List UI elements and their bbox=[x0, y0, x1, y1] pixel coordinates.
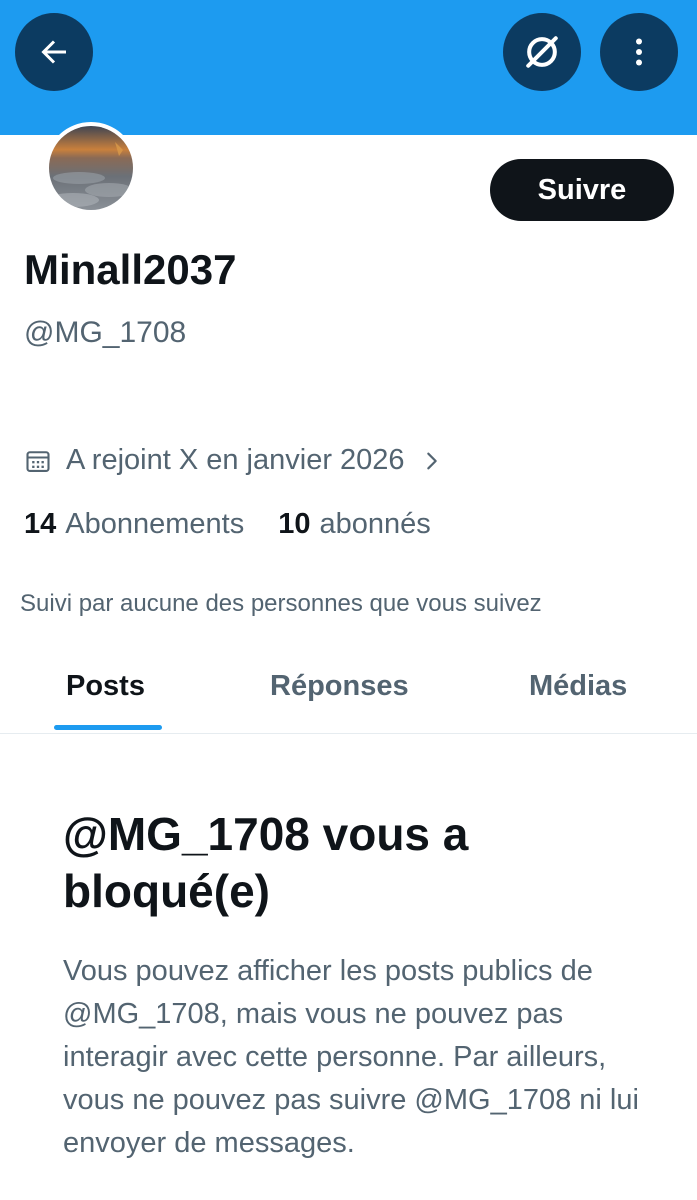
tab-media[interactable]: Médias bbox=[529, 670, 627, 703]
more-vertical-icon bbox=[636, 38, 642, 66]
following-count: 14 bbox=[24, 508, 57, 540]
blocked-title: @MG_1708 vous a bloqué(e) bbox=[63, 808, 469, 917]
blocked-message: Vous pouvez afficher les posts publics d… bbox=[63, 955, 639, 1159]
followed-by-text: Suivi par aucune des personnes que vous … bbox=[20, 590, 542, 617]
avatar[interactable] bbox=[45, 122, 137, 214]
followers-count: 10 bbox=[278, 508, 311, 540]
follow-button[interactable]: Suivre bbox=[490, 159, 674, 221]
profile-banner[interactable] bbox=[0, 0, 697, 135]
arrow-left-icon bbox=[41, 40, 66, 64]
followers-link[interactable]: 10 abonnés bbox=[278, 508, 431, 541]
follow-stats: 14 Abonnements 10 abonnés bbox=[24, 508, 431, 541]
profile-tabs: Posts Réponses Médias bbox=[0, 650, 697, 734]
following-link[interactable]: 14 Abonnements bbox=[24, 508, 244, 541]
back-button[interactable] bbox=[15, 13, 93, 91]
display-name: Minall2037 bbox=[24, 246, 237, 293]
grok-icon bbox=[526, 36, 558, 68]
grok-button[interactable] bbox=[503, 13, 581, 91]
joined-date-row[interactable]: A rejoint X en janvier 2026 bbox=[24, 444, 443, 477]
joined-date-text: A rejoint X en janvier 2026 bbox=[66, 444, 405, 476]
following-label: Abonnements bbox=[65, 508, 245, 540]
more-options-button[interactable] bbox=[600, 13, 678, 91]
chevron-right-icon bbox=[421, 450, 443, 472]
avatar-image bbox=[49, 126, 133, 210]
calendar-icon bbox=[24, 447, 52, 475]
tab-replies[interactable]: Réponses bbox=[270, 670, 409, 703]
active-tab-indicator bbox=[54, 725, 162, 730]
profile-handle: @MG_1708 bbox=[24, 316, 187, 349]
followers-label: abonnés bbox=[319, 508, 431, 540]
tab-posts[interactable]: Posts bbox=[66, 670, 145, 703]
